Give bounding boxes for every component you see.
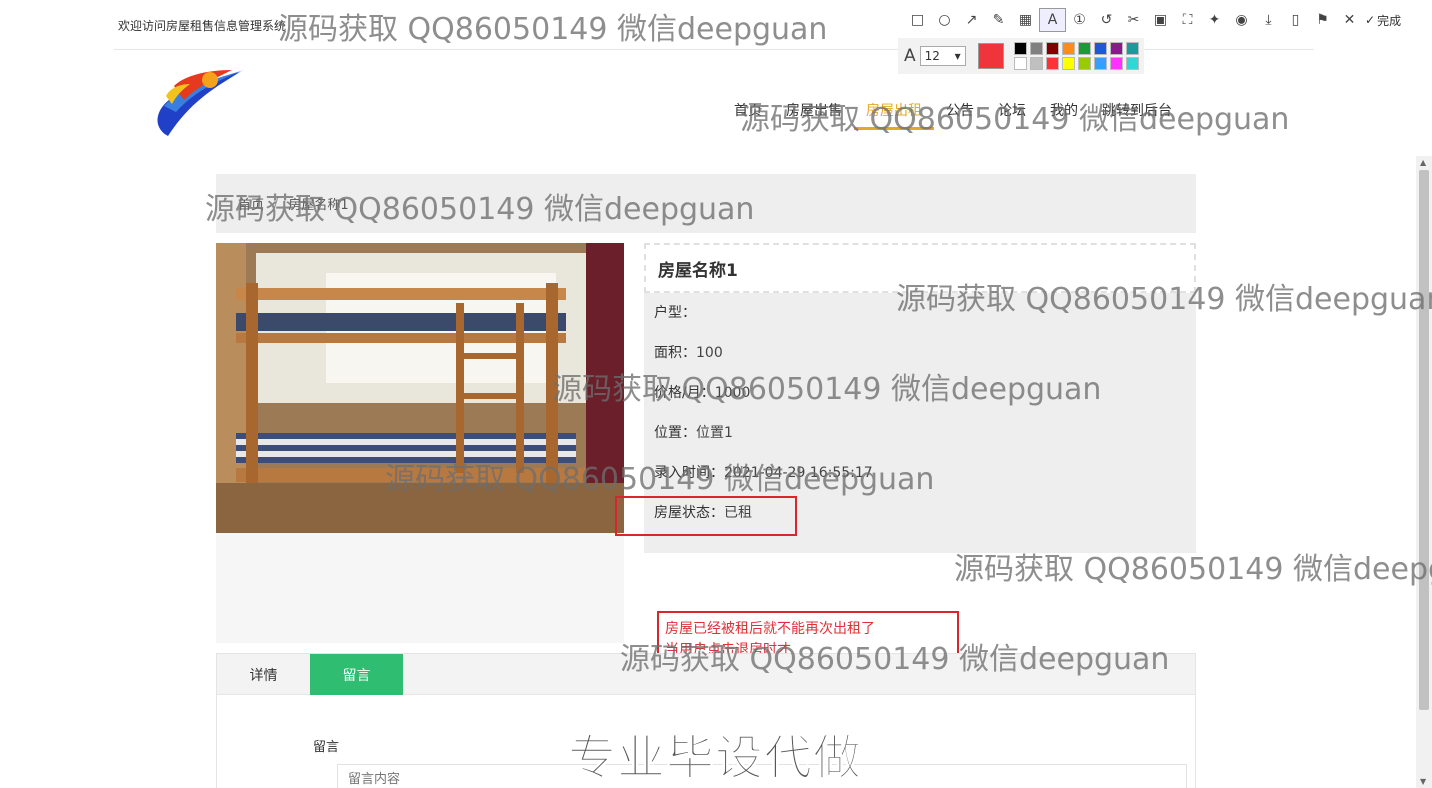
message-input[interactable] [337,764,1187,788]
color-swatch[interactable] [1109,42,1123,55]
font-size-select[interactable]: 12 ▾ [919,46,966,66]
nav-admin[interactable]: 跳转到后台 [1090,92,1184,130]
info-row-location: 位置：位置1 [654,425,733,441]
nav-notice[interactable]: 公告 [934,92,986,130]
main-nav: 首页 房屋出售 房屋出租 公告 论坛 我的 跳转到后台 [722,92,1184,132]
breadcrumb: 首页 / 房屋名称1 [216,174,1196,233]
scroll-up-icon[interactable]: ▲ [1420,158,1426,167]
circle-icon[interactable]: ○ [931,8,958,32]
color-swatch[interactable] [1093,57,1107,70]
color-swatch[interactable] [1045,42,1059,55]
pen-icon[interactable]: ✎ [985,8,1012,32]
current-color-swatch[interactable] [977,43,1004,69]
color-swatch[interactable] [1045,57,1059,70]
screenshot-toolbar: □ ○ ↗ ✎ ▦ A ① ↺ ✂ ▣ ⛶ ✦ ◉ ⤓ ▯ ⚑ ✕ ✓ 完成 [898,5,1432,35]
download-icon[interactable]: ⤓ [1255,8,1282,32]
breadcrumb-separator: / [274,196,279,211]
message-label: 留言 [313,740,340,755]
rect-icon[interactable]: □ [904,8,931,32]
tab-bar: 详情 留言 [217,654,1195,695]
tab-details[interactable]: 详情 [217,654,310,695]
pin-icon[interactable]: ✦ [1201,8,1228,32]
color-swatch[interactable] [1061,57,1075,70]
color-swatch[interactable] [1061,42,1075,55]
site-logo[interactable] [154,66,248,138]
font-icon: A [904,46,916,66]
number-icon[interactable]: ① [1066,8,1093,32]
color-swatch[interactable] [1013,42,1027,55]
tab-messages[interactable]: 留言 [310,654,403,695]
color-swatch[interactable] [1077,42,1091,55]
house-title: 房屋名称1 [644,243,1196,293]
record-icon[interactable]: ◉ [1228,8,1255,32]
color-swatch[interactable] [1125,42,1139,55]
annotation-box-status [615,496,797,536]
color-swatch[interactable] [1013,57,1027,70]
cut-icon[interactable]: ✂ [1120,8,1147,32]
text-style-bar: A 12 ▾ [898,38,1144,74]
done-button[interactable]: ✓ 完成 [1365,12,1401,29]
close-icon[interactable]: ✕ [1336,8,1363,32]
nav-house-rent[interactable]: 房屋出租 [854,92,934,130]
info-row-price: 价格/月：1000 [654,385,751,401]
color-swatch[interactable] [1029,57,1043,70]
house-photo [216,243,624,533]
color-swatch[interactable] [1093,42,1107,55]
color-swatch[interactable] [1109,57,1123,70]
undo-icon[interactable]: ↺ [1093,8,1120,32]
color-swatch[interactable] [1077,57,1091,70]
nav-mine[interactable]: 我的 [1038,92,1090,130]
scroll-thumb[interactable] [1419,170,1429,710]
nav-house-sale[interactable]: 房屋出售 [774,92,854,130]
color-swatch[interactable] [1029,42,1043,55]
bookmark-icon[interactable]: ⚑ [1309,8,1336,32]
mosaic-icon[interactable]: ▦ [1012,8,1039,32]
scroll-down-icon[interactable]: ▼ [1420,777,1426,786]
scan-icon[interactable]: ⛶ [1174,8,1201,32]
tab-area: 详情 留言 留言 [216,653,1196,788]
color-palette [1013,42,1140,70]
house-image-panel [216,243,624,643]
info-row-type: 户型： [654,305,696,321]
ocr-icon[interactable]: ▣ [1147,8,1174,32]
breadcrumb-home[interactable]: 首页 [238,194,264,213]
info-row-area: 面积：100 [654,345,723,361]
nav-forum[interactable]: 论坛 [986,92,1038,130]
nav-home[interactable]: 首页 [722,92,774,130]
text-icon[interactable]: A [1039,8,1066,32]
breadcrumb-current: 房屋名称1 [288,198,349,213]
check-icon: ✓ [1365,13,1376,27]
color-swatch[interactable] [1125,57,1139,70]
welcome-text: 欢迎访问房屋租售信息管理系统 [118,19,287,33]
arrow-icon[interactable]: ↗ [958,8,985,32]
save-icon[interactable]: ▯ [1282,8,1309,32]
scrollbar[interactable]: ▲ ▼ [1416,156,1432,788]
chevron-down-icon: ▾ [954,49,961,63]
page: 欢迎访问房屋租售信息管理系统 首页 房屋出售 房屋出租 公告 论坛 我的 跳转到… [0,0,1432,788]
